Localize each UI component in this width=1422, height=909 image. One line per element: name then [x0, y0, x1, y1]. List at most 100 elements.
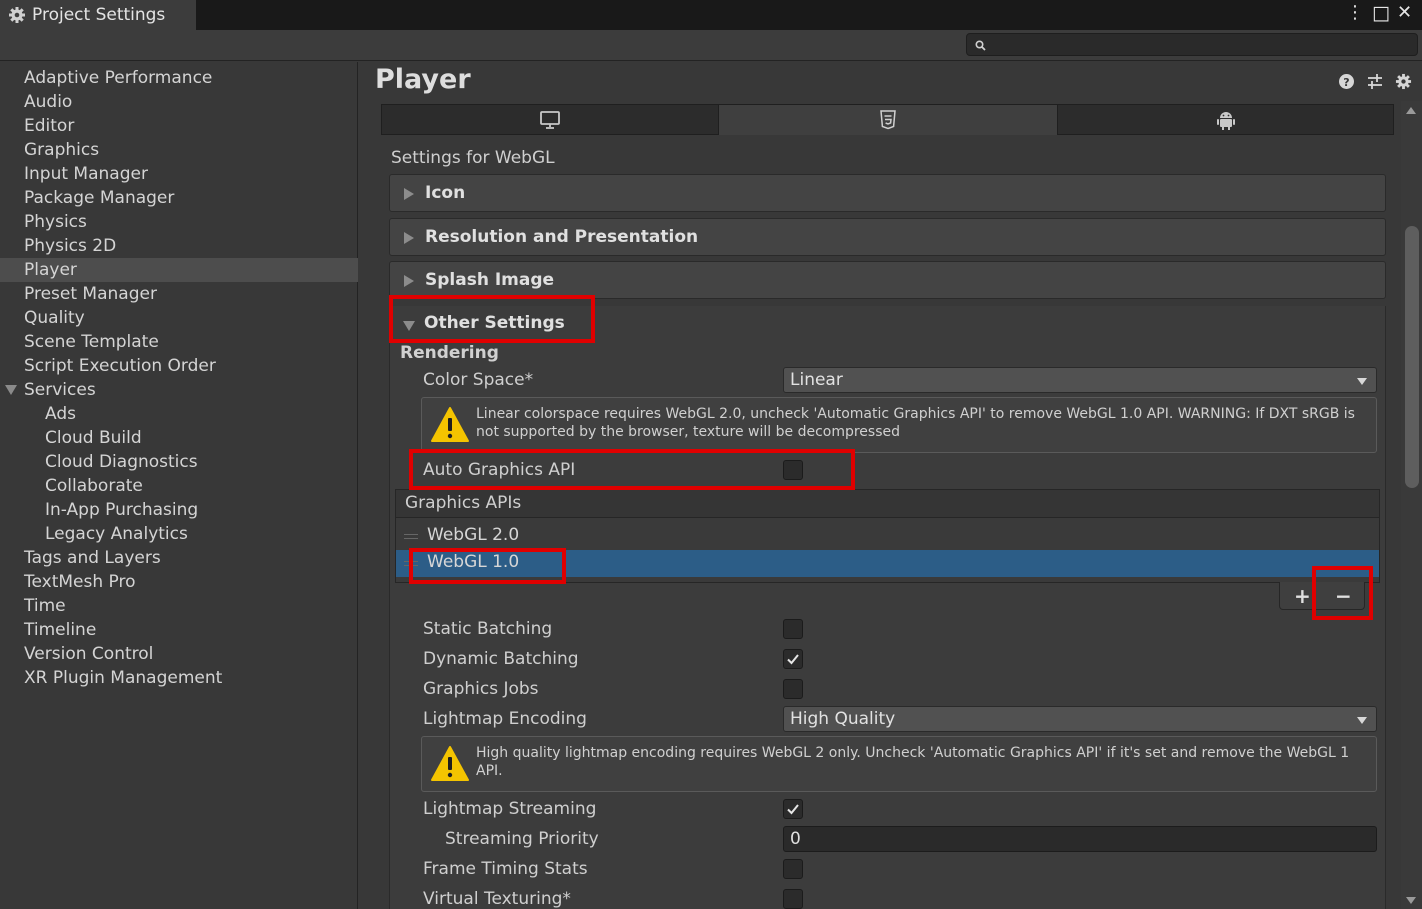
- gear-icon[interactable]: [1395, 73, 1412, 94]
- rendering-heading: Rendering: [400, 343, 499, 363]
- highlight-remove-button: [1312, 566, 1373, 620]
- list-item[interactable]: WebGL 2.0: [396, 523, 1379, 550]
- sidebar-item-preset-manager[interactable]: Preset Manager: [0, 282, 358, 306]
- sidebar-item-adaptive-performance[interactable]: Adaptive Performance: [0, 66, 358, 90]
- foldout-label: Splash Image: [425, 270, 555, 290]
- sidebar-item-version-control[interactable]: Version Control: [0, 642, 358, 666]
- sidebar-item-label: Physics: [24, 212, 87, 232]
- frame-timing-stats-checkbox[interactable]: [783, 859, 803, 879]
- sidebar-item-label: Collaborate: [45, 476, 143, 496]
- search-row: [0, 30, 1422, 61]
- preset-icon[interactable]: [1366, 73, 1384, 94]
- lightmap-streaming-label: Lightmap Streaming: [423, 799, 597, 819]
- scroll-down-icon[interactable]: [1406, 897, 1416, 904]
- sidebar-item-physics[interactable]: Physics: [0, 210, 358, 234]
- sidebar-item-xr-plugin-management[interactable]: XR Plugin Management: [0, 666, 358, 690]
- platform-tabs: [381, 104, 1394, 135]
- sidebar-item-input-manager[interactable]: Input Manager: [0, 162, 358, 186]
- sidebar-item-label: Ads: [45, 404, 76, 424]
- sidebar-item-script-execution-order[interactable]: Script Execution Order: [0, 354, 358, 378]
- search-box[interactable]: [966, 33, 1418, 56]
- sidebar-item-textmesh-pro[interactable]: TextMesh Pro: [0, 570, 358, 594]
- sidebar-item-editor[interactable]: Editor: [0, 114, 358, 138]
- sidebar-item-cloud-build[interactable]: Cloud Build: [0, 426, 358, 450]
- warning-text: Linear colorspace requires WebGL 2.0, un…: [476, 406, 1355, 440]
- dynamic-batching-checkbox[interactable]: [783, 649, 803, 669]
- page-title: Player: [375, 64, 471, 95]
- help-icon[interactable]: ?: [1338, 73, 1355, 94]
- sidebar-item-label: In-App Purchasing: [45, 500, 199, 520]
- sidebar-item-label: Timeline: [24, 620, 97, 640]
- streaming-priority-field[interactable]: 0: [783, 826, 1377, 852]
- sidebar-item-timeline[interactable]: Timeline: [0, 618, 358, 642]
- chevron-down-icon: [1357, 717, 1367, 724]
- tab-standalone[interactable]: [382, 105, 719, 135]
- tab-android[interactable]: [1058, 105, 1394, 135]
- window-tab[interactable]: Project Settings: [0, 0, 196, 30]
- android-icon: [1217, 112, 1235, 130]
- sidebar-item-label: Physics 2D: [24, 236, 117, 256]
- color-space-dropdown[interactable]: Linear: [783, 367, 1377, 393]
- foldout-resolution-and-presentation[interactable]: Resolution and Presentation: [389, 218, 1386, 256]
- search-input[interactable]: [991, 36, 1411, 53]
- highlight-webgl-1: [409, 548, 566, 584]
- sidebar-item-label: Player: [24, 260, 77, 280]
- maximize-icon[interactable]: □: [1372, 4, 1390, 23]
- scrollbar[interactable]: [1401, 101, 1422, 909]
- graphics-apis-label: Graphics APIs: [405, 493, 522, 513]
- collapse-caret-icon: [404, 275, 414, 287]
- sidebar-item-ads[interactable]: Ads: [0, 402, 358, 426]
- sidebar-item-time[interactable]: Time: [0, 594, 358, 618]
- foldout-splash-image[interactable]: Splash Image: [389, 261, 1386, 299]
- warning-icon: [431, 407, 469, 442]
- sidebar-item-cloud-diagnostics[interactable]: Cloud Diagnostics: [0, 450, 358, 474]
- color-space-label: Color Space*: [423, 370, 534, 390]
- warning-text: High quality lightmap encoding requires …: [476, 745, 1350, 779]
- close-icon[interactable]: ✕: [1397, 4, 1412, 22]
- sidebar-item-tags-and-layers[interactable]: Tags and Layers: [0, 546, 358, 570]
- warning-icon: [431, 746, 469, 781]
- settings-sidebar: Adaptive Performance Audio Editor Graphi…: [0, 62, 358, 909]
- collapse-caret-icon: [404, 188, 414, 200]
- sidebar-item-label: Graphics: [24, 140, 100, 160]
- graphics-apis-header: Graphics APIs: [395, 489, 1380, 517]
- foldout-icon[interactable]: Icon: [389, 174, 1386, 212]
- chevron-down-icon: [1357, 378, 1367, 385]
- streaming-priority-value: 0: [790, 829, 801, 849]
- svg-text:?: ?: [1343, 76, 1349, 89]
- sidebar-item-scene-template[interactable]: Scene Template: [0, 330, 358, 354]
- graphics-jobs-checkbox[interactable]: [783, 679, 803, 699]
- drag-handle-icon[interactable]: [404, 534, 418, 539]
- sidebar-item-label: Preset Manager: [24, 284, 157, 304]
- sidebar-item-package-manager[interactable]: Package Manager: [0, 186, 358, 210]
- sidebar-item-in-app-purchasing[interactable]: In-App Purchasing: [0, 498, 358, 522]
- static-batching-checkbox[interactable]: [783, 619, 803, 639]
- sidebar-item-collaborate[interactable]: Collaborate: [0, 474, 358, 498]
- player-settings-panel: Player ? Settings for WebGL Icon Resolut…: [359, 62, 1422, 909]
- tab-webgl[interactable]: [719, 105, 1058, 135]
- virtual-texturing-checkbox[interactable]: [783, 889, 803, 909]
- scroll-up-icon[interactable]: [1406, 107, 1416, 114]
- lightmap-encoding-warning: High quality lightmap encoding requires …: [421, 736, 1377, 792]
- search-icon: [975, 40, 986, 51]
- sidebar-item-graphics[interactable]: Graphics: [0, 138, 358, 162]
- sidebar-item-legacy-analytics[interactable]: Legacy Analytics: [0, 522, 358, 546]
- static-batching-label: Static Batching: [423, 619, 553, 639]
- sidebar-item-label: Tags and Layers: [24, 548, 161, 568]
- sidebar-item-label: Input Manager: [24, 164, 148, 184]
- sidebar-item-audio[interactable]: Audio: [0, 90, 358, 114]
- lightmap-streaming-checkbox[interactable]: [783, 799, 803, 819]
- dynamic-batching-label: Dynamic Batching: [423, 649, 579, 669]
- sidebar-item-label: Package Manager: [24, 188, 175, 208]
- add-api-button[interactable]: +: [1294, 584, 1311, 608]
- sidebar-item-physics-2d[interactable]: Physics 2D: [0, 234, 358, 258]
- sidebar-item-label: Adaptive Performance: [24, 68, 213, 88]
- sidebar-item-label: XR Plugin Management: [24, 668, 223, 688]
- sidebar-item-player[interactable]: Player: [0, 258, 358, 282]
- expand-caret-icon[interactable]: [5, 385, 17, 395]
- sidebar-item-quality[interactable]: Quality: [0, 306, 358, 330]
- more-options-icon[interactable]: ⋮: [1346, 4, 1364, 22]
- scroll-thumb[interactable]: [1405, 226, 1419, 488]
- sidebar-item-services[interactable]: Services: [0, 378, 358, 402]
- lightmap-encoding-dropdown[interactable]: High Quality: [783, 706, 1377, 732]
